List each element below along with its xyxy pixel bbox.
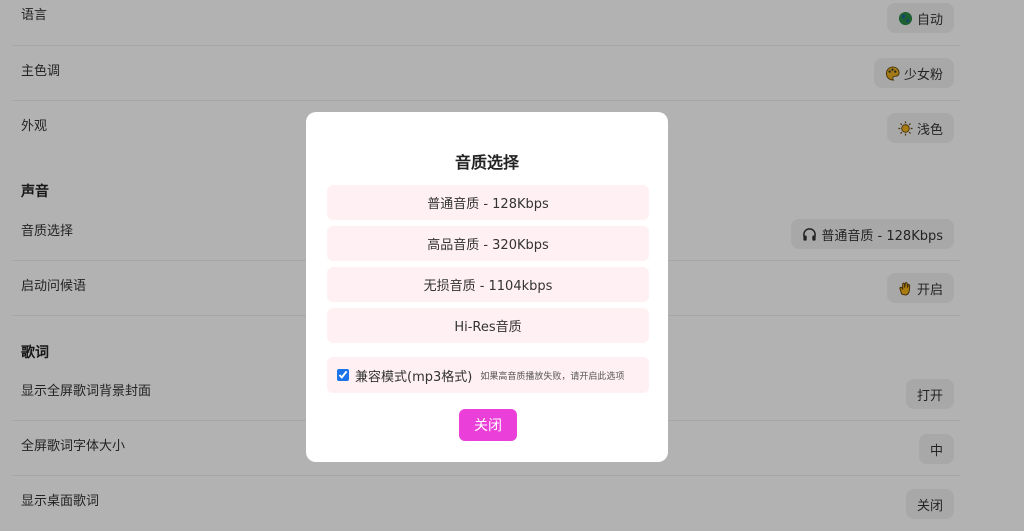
close-button[interactable]: 关闭 xyxy=(459,409,517,441)
compat-mode-hint: 如果高音质播放失败，请开启此选项 xyxy=(480,371,625,382)
compat-mode-label: 兼容模式(mp3格式) xyxy=(355,369,473,385)
quality-option-high[interactable]: 高品音质 - 320Kbps xyxy=(327,226,649,261)
quality-option-hires[interactable]: Hi-Res音质 xyxy=(327,308,649,343)
quality-option-lossless[interactable]: 无损音质 - 1104kbps xyxy=(327,267,649,302)
compat-mode-row: 兼容模式(mp3格式) 如果高音质播放失败，请开启此选项 xyxy=(327,357,649,393)
dialog-title: 音质选择 xyxy=(454,153,519,172)
quality-dialog: 音质选择 普通音质 - 128Kbps 高品音质 - 320Kbps 无损音质 … xyxy=(306,112,668,462)
compat-mode-checkbox[interactable] xyxy=(337,369,349,381)
quality-option-standard[interactable]: 普通音质 - 128Kbps xyxy=(327,185,649,220)
settings-page: 语言 自动 主色调 少女粉 外观 浅色 声音 音质选择 普通音质 - 128Kb… xyxy=(0,0,1024,531)
